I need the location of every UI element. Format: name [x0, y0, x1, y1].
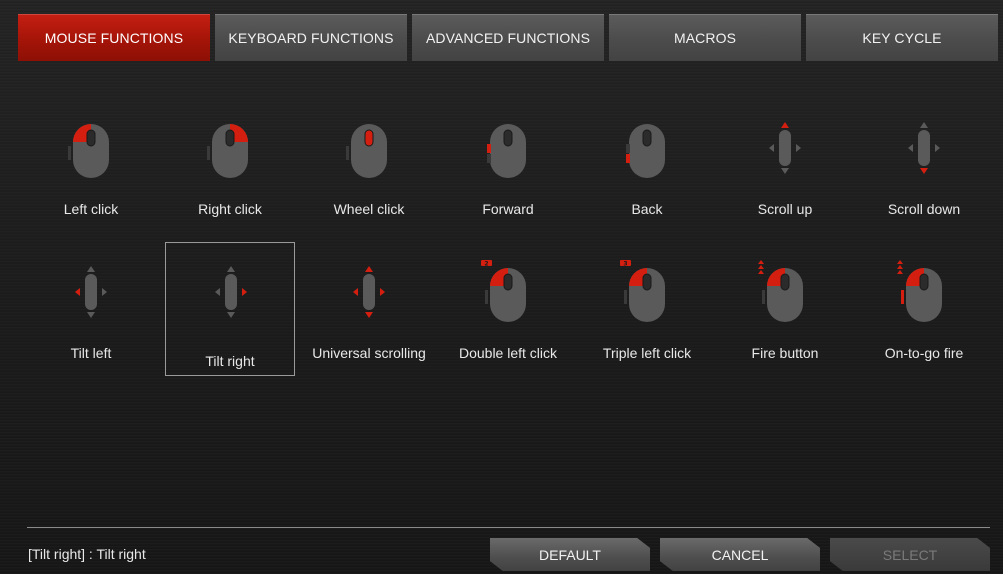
tilt-right-icon [215, 266, 247, 318]
mouse-right-click-icon [207, 124, 248, 178]
status-text: [Tilt right] : Tilt right [28, 546, 146, 562]
svg-text:3: 3 [623, 260, 627, 267]
on-to-go-fire-icon [897, 260, 942, 322]
function-universal-scrolling[interactable]: Universal scrolling [304, 250, 434, 384]
function-back[interactable]: Back [582, 106, 712, 240]
universal-scrolling-icon [353, 266, 385, 318]
function-triple-left-click[interactable]: 3 Triple left click [582, 250, 712, 384]
footer-divider [27, 527, 990, 528]
function-scroll-up[interactable]: Scroll up [720, 106, 850, 240]
fire-button-icon [758, 260, 803, 322]
function-right-click[interactable]: Right click [165, 106, 295, 240]
select-button: SELECT [830, 538, 990, 571]
function-label: On-to-go fire [884, 345, 964, 361]
double-left-click-icon: 2 [481, 260, 526, 322]
function-scroll-down[interactable]: Scroll down [859, 106, 989, 240]
mouse-left-click-icon [68, 124, 109, 178]
mouse-functions-grid: Left click Right click Wheel click Forwa… [0, 0, 1003, 400]
cancel-button[interactable]: CANCEL [660, 538, 820, 571]
function-on-to-go-fire[interactable]: On-to-go fire [859, 250, 989, 384]
tilt-left-icon [75, 266, 107, 318]
triple-left-click-icon: 3 [620, 260, 665, 322]
mouse-back-icon [626, 124, 665, 178]
default-button[interactable]: DEFAULT [490, 538, 650, 571]
function-fire-button[interactable]: Fire button [720, 250, 850, 384]
function-tilt-right[interactable]: Tilt right [165, 242, 295, 376]
scroll-down-icon [908, 122, 940, 174]
function-double-left-click[interactable]: 2 Double left click [443, 250, 573, 384]
function-wheel-click[interactable]: Wheel click [304, 106, 434, 240]
svg-text:2: 2 [484, 260, 488, 267]
function-label: Scroll down [887, 201, 961, 217]
function-forward[interactable]: Forward [443, 106, 573, 240]
function-tilt-left[interactable]: Tilt left [26, 250, 156, 384]
mouse-forward-icon [487, 124, 526, 178]
function-left-click[interactable]: Left click [26, 106, 156, 240]
scroll-up-icon [769, 122, 801, 174]
mouse-wheel-click-icon [346, 124, 387, 178]
